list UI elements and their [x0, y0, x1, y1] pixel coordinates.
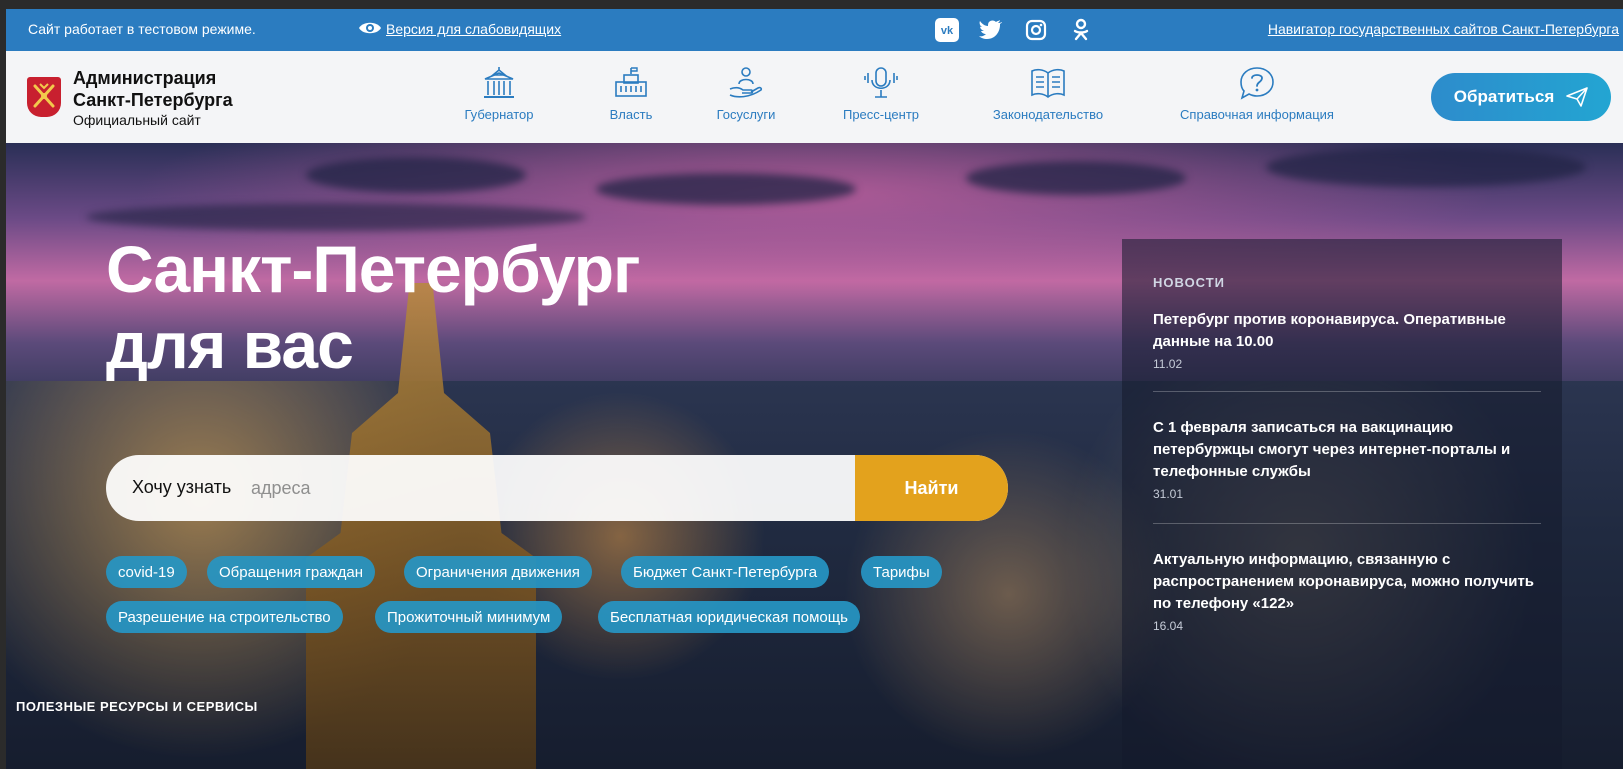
nav-label-authority: Власть — [609, 107, 653, 122]
news-date: 16.04 — [1153, 619, 1184, 633]
hero-title-line-2: для вас — [106, 308, 354, 382]
paper-plane-icon — [1566, 87, 1589, 107]
news-title: С 1 февраля записаться на вакцинацию пет… — [1153, 419, 1511, 480]
tag-free-legal-aid[interactable]: Бесплатная юридическая помощь — [598, 601, 860, 633]
logo-line-2: Санкт-Петербурга — [73, 90, 233, 110]
question-bubble-icon — [1240, 67, 1274, 100]
nav-label-gosuslugi: Госуслуги — [716, 107, 776, 122]
instagram-icon[interactable] — [1023, 17, 1049, 43]
browser-viewport: Сайт работает в тестовом режиме. Версия … — [6, 9, 1623, 769]
divider — [1153, 391, 1541, 392]
top-bar: Сайт работает в тестовом режиме. Версия … — [6, 9, 1623, 51]
coat-of-arms-icon[interactable] — [27, 77, 61, 117]
nav-item-legislation[interactable]: Законодательство — [988, 65, 1108, 122]
tag-city-budget[interactable]: Бюджет Санкт-Петербурга — [621, 556, 830, 588]
news-title: Петербург против коронавируса. Оперативн… — [1153, 311, 1506, 350]
vk-icon[interactable]: vk — [934, 17, 960, 43]
tag-subsistence-minimum[interactable]: Прожиточный минимум — [375, 601, 563, 633]
eye-icon[interactable] — [358, 19, 382, 37]
hero-title-line-1: Санкт-Петербург — [106, 232, 641, 306]
hero-section: Санкт-Петербург для вас Хочу узнать Найт… — [6, 143, 1623, 769]
news-item[interactable]: Петербург против коронавируса. Оперативн… — [1153, 309, 1543, 371]
logo-line-1: Администрация — [73, 68, 217, 88]
cloud-shape — [306, 157, 526, 193]
nav-label-governor: Губернатор — [464, 107, 534, 122]
svg-text:vk: vk — [941, 25, 954, 37]
news-item[interactable]: Актуальную информацию, связанную с распр… — [1153, 549, 1543, 633]
cloud-shape — [86, 203, 586, 231]
news-date: 11.02 — [1153, 357, 1183, 371]
tag-traffic-restrictions[interactable]: Ограничения движения — [404, 556, 592, 588]
hero-title: Санкт-Петербург для вас — [106, 231, 641, 383]
nav-item-gosuslugi[interactable]: Госуслуги — [706, 65, 786, 122]
nav-item-press-center[interactable]: Пресс-центр — [836, 65, 926, 122]
divider — [1153, 523, 1541, 524]
nav-item-reference-info[interactable]: Справочная информация — [1172, 65, 1342, 122]
test-mode-notice: Сайт работает в тестовом режиме. — [28, 21, 256, 37]
news-panel: НОВОСТИ Петербург против коронавируса. О… — [1122, 239, 1562, 769]
search-bar: Хочу узнать Найти — [106, 455, 1008, 521]
nav-item-governor[interactable]: Губернатор — [459, 65, 539, 122]
open-book-icon — [1031, 68, 1065, 99]
cloud-shape — [966, 161, 1186, 195]
government-building-icon — [615, 67, 647, 97]
news-item[interactable]: С 1 февраля записаться на вакцинацию пет… — [1153, 417, 1543, 501]
search-prefix: Хочу узнать — [132, 477, 232, 497]
resources-heading: ПОЛЕЗНЫЕ РЕСУРСЫ И СЕРВИСЫ — [16, 699, 258, 714]
tag-citizen-appeals[interactable]: Обращения граждан — [207, 556, 375, 588]
building-columns-icon — [484, 67, 514, 98]
news-date: 31.01 — [1153, 487, 1184, 501]
nav-label-legislation: Законодательство — [992, 107, 1104, 122]
tag-covid[interactable]: covid-19 — [106, 556, 187, 588]
site-header: Администрация Санкт-Петербурга Официальн… — [6, 51, 1623, 143]
nav-item-authority[interactable]: Власть — [596, 65, 666, 122]
news-heading: НОВОСТИ — [1153, 275, 1226, 290]
news-title: Актуальную информацию, связанную с распр… — [1153, 551, 1535, 612]
site-logo-text[interactable]: Администрация Санкт-Петербурга Официальн… — [73, 67, 233, 129]
nav-label-reference-info: Справочная информация — [1180, 107, 1334, 122]
twitter-icon[interactable] — [978, 17, 1004, 43]
contact-button[interactable]: Обратиться — [1431, 73, 1611, 121]
odnoklassniki-icon[interactable] — [1068, 17, 1094, 43]
cloud-shape — [596, 173, 856, 205]
cloud-shape — [1266, 147, 1586, 187]
tag-tariffs[interactable]: Тарифы — [861, 556, 942, 588]
person-hand-icon — [729, 67, 763, 98]
find-button[interactable]: Найти — [855, 455, 1008, 521]
microphone-icon — [864, 67, 898, 98]
nav-label-press-center: Пресс-центр — [842, 107, 920, 122]
logo-subtitle: Официальный сайт — [73, 112, 201, 128]
search-input[interactable] — [251, 471, 831, 505]
contact-button-label: Обратиться — [1453, 87, 1555, 106]
gov-sites-navigator-link[interactable]: Навигатор государственных сайтов Санкт-П… — [1268, 21, 1619, 37]
tag-construction-permit[interactable]: Разрешение на строительство — [106, 601, 343, 633]
low-vision-link[interactable]: Версия для слабовидящих — [386, 21, 561, 37]
